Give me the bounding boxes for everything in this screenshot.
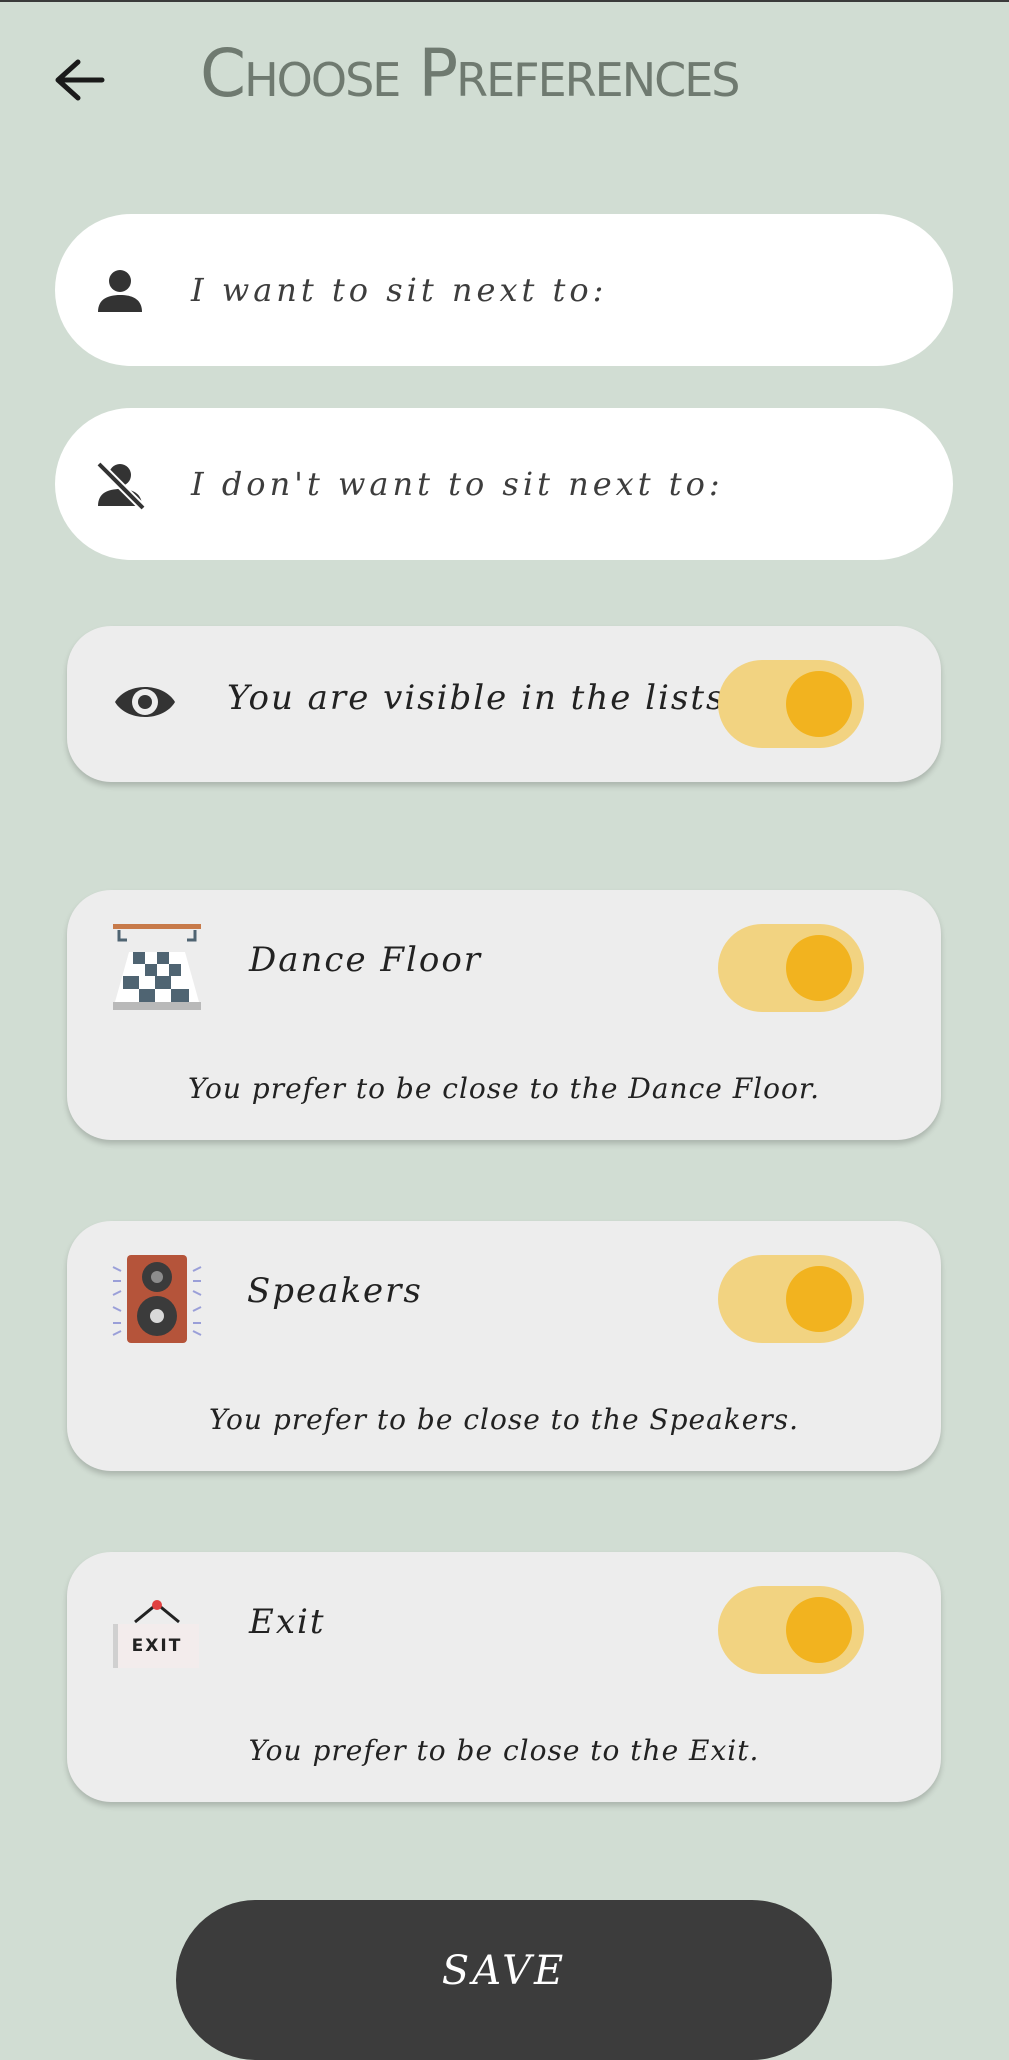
- dance-floor-card: Dance Floor You prefer to be close to th…: [67, 890, 941, 1140]
- visibility-toggle[interactable]: [718, 660, 864, 748]
- speakers-title: Speakers: [247, 1271, 423, 1311]
- speakers-description: You prefer to be close to the Speakers.: [208, 1403, 799, 1436]
- exit-title: Exit: [249, 1602, 326, 1642]
- toggle-knob: [786, 671, 852, 737]
- speaker-icon: [112, 1255, 202, 1343]
- exit-description: You prefer to be close to the Exit.: [248, 1734, 760, 1767]
- top-border: [0, 0, 1009, 2]
- toggle-knob: [786, 935, 852, 1001]
- page-title: Choose Preferences: [200, 35, 740, 112]
- dance-floor-icon: [113, 924, 201, 1010]
- exit-toggle[interactable]: [718, 1586, 864, 1674]
- eye-icon: [115, 687, 175, 717]
- speakers-toggle[interactable]: [718, 1255, 864, 1343]
- person-icon: [98, 270, 142, 312]
- visibility-card: You are visible in the lists: [67, 626, 941, 782]
- dance-floor-toggle[interactable]: [718, 924, 864, 1012]
- dance-floor-title: Dance Floor: [249, 940, 483, 980]
- visibility-label: You are visible in the lists: [227, 678, 726, 718]
- dance-floor-description: You prefer to be close to the Dance Floo…: [187, 1072, 821, 1105]
- sit-next-to-label: I want to sit next to:: [191, 271, 608, 309]
- save-button[interactable]: SAVE: [176, 1900, 832, 2060]
- exit-sign-icon: EXIT: [111, 1596, 203, 1672]
- speakers-card: Speakers You prefer to be close to the S…: [67, 1221, 941, 1471]
- toggle-knob: [786, 1266, 852, 1332]
- toggle-knob: [786, 1597, 852, 1663]
- arrow-left-icon: [55, 59, 105, 101]
- not-sit-next-to-field[interactable]: I don't want to sit next to:: [55, 408, 953, 560]
- exit-sign-text: EXIT: [131, 1636, 183, 1656]
- not-sit-next-to-label: I don't want to sit next to:: [191, 465, 724, 503]
- person-off-icon: [96, 461, 145, 510]
- exit-card: EXIT Exit You prefer to be close to the …: [67, 1552, 941, 1802]
- back-button[interactable]: [48, 52, 112, 108]
- sit-next-to-field[interactable]: I want to sit next to:: [55, 214, 953, 366]
